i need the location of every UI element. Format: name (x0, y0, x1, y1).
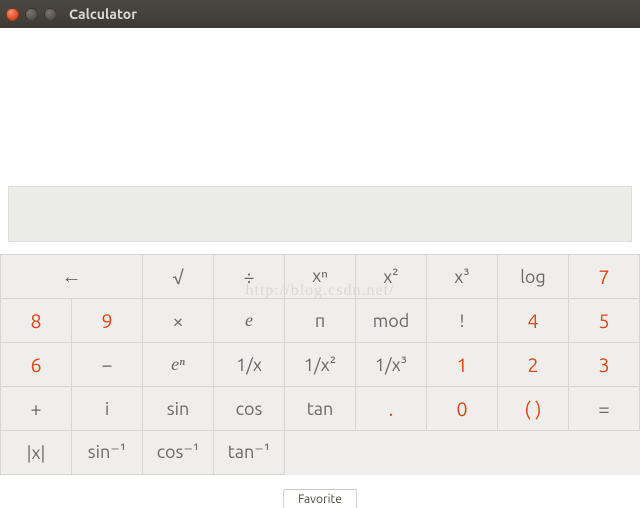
tan-button[interactable]: tan (285, 387, 356, 431)
equals-button[interactable]: = (569, 387, 640, 431)
cos-button[interactable]: cos (214, 387, 285, 431)
backspace-button[interactable]: ← (1, 255, 143, 299)
calculator-window: Calculator http://blog.csdn.net/ ← √ ÷ x… (0, 0, 640, 508)
acos-button[interactable]: cos⁻¹ (143, 431, 214, 475)
window-buttons (6, 8, 57, 21)
abs-button[interactable]: |x| (1, 431, 72, 475)
parentheses-button[interactable]: ( ) (498, 387, 569, 431)
log-button[interactable]: log (498, 255, 569, 299)
subtract-button[interactable]: − (72, 343, 143, 387)
x-squared-button[interactable]: x² (356, 255, 427, 299)
digit-2-button[interactable]: 2 (498, 343, 569, 387)
digit-9-button[interactable]: 9 (72, 299, 143, 343)
divide-button[interactable]: ÷ (214, 255, 285, 299)
window-title: Calculator (69, 6, 137, 22)
x-pow-n-button[interactable]: xⁿ (285, 255, 356, 299)
digit-8-button[interactable]: 8 (1, 299, 72, 343)
imaginary-button[interactable]: i (72, 387, 143, 431)
display-wrap (0, 186, 640, 250)
reciprocal-button[interactable]: 1/x (214, 343, 285, 387)
sin-button[interactable]: sin (143, 387, 214, 431)
display[interactable] (8, 186, 632, 242)
maximize-icon[interactable] (44, 8, 57, 21)
keypad: ← √ ÷ xⁿ x² x³ log 7 8 9 × e π mod ! 4 5… (0, 254, 640, 475)
factorial-button[interactable]: ! (427, 299, 498, 343)
asin-button[interactable]: sin⁻¹ (72, 431, 143, 475)
digit-5-button[interactable]: 5 (569, 299, 640, 343)
digit-6-button[interactable]: 6 (1, 343, 72, 387)
x-cubed-button[interactable]: x³ (427, 255, 498, 299)
close-icon[interactable] (6, 8, 19, 21)
sqrt-button[interactable]: √ (143, 255, 214, 299)
digit-1-button[interactable]: 1 (427, 343, 498, 387)
multiply-button[interactable]: × (143, 299, 214, 343)
add-button[interactable]: + (1, 387, 72, 431)
inv-x2-button[interactable]: 1/x² (285, 343, 356, 387)
digit-4-button[interactable]: 4 (498, 299, 569, 343)
titlebar: Calculator (0, 0, 640, 28)
digit-7-button[interactable]: 7 (569, 255, 640, 299)
e-pow-n-button[interactable]: eⁿ (143, 343, 214, 387)
digit-3-button[interactable]: 3 (569, 343, 640, 387)
mod-button[interactable]: mod (356, 299, 427, 343)
atan-button[interactable]: tan⁻¹ (214, 431, 285, 475)
inv-x3-button[interactable]: 1/x³ (356, 343, 427, 387)
decimal-point-button[interactable]: . (356, 387, 427, 431)
blank-area (0, 28, 640, 186)
content-area: http://blog.csdn.net/ ← √ ÷ xⁿ x² x³ log… (0, 28, 640, 508)
favorite-tab[interactable]: Favorite (283, 489, 357, 508)
pi-button[interactable]: π (285, 299, 356, 343)
minimize-icon[interactable] (25, 8, 38, 21)
digit-0-button[interactable]: 0 (427, 387, 498, 431)
e-constant-button[interactable]: e (214, 299, 285, 343)
